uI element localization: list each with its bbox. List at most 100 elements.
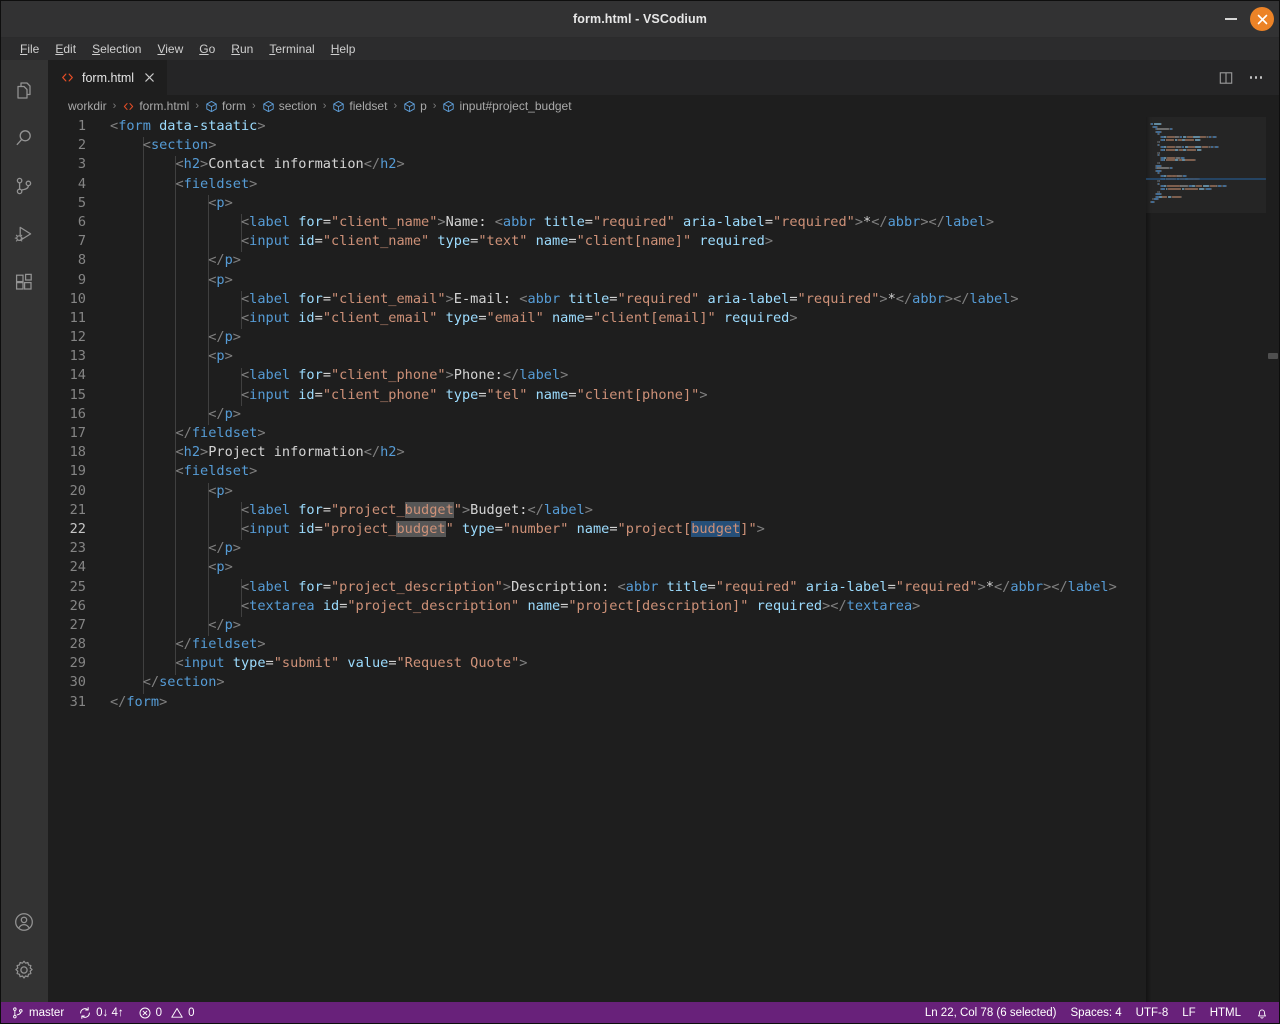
code-line[interactable]: 11 <input id="client_email" type="email"… bbox=[48, 309, 1146, 328]
status-indentation[interactable]: Spaces: 4 bbox=[1064, 1002, 1129, 1024]
code-line[interactable]: 23 </p> bbox=[48, 539, 1146, 558]
line-number: 28 bbox=[69, 636, 86, 653]
code-line[interactable]: 31 </form> bbox=[48, 693, 1146, 712]
code-line[interactable]: 21 <label for="project_budget">Budget:</… bbox=[48, 501, 1146, 520]
accounts-button[interactable] bbox=[0, 898, 48, 946]
sidebar-item-source-control[interactable] bbox=[0, 162, 48, 210]
menu-edit[interactable]: Edit bbox=[47, 41, 84, 57]
status-branch[interactable]: master bbox=[4, 1002, 71, 1024]
breadcrumb-item-section[interactable]: section bbox=[260, 99, 319, 113]
code-token: </ bbox=[175, 636, 192, 653]
code-line[interactable]: 2 <section> bbox=[48, 136, 1146, 155]
breadcrumb-item-p[interactable]: p bbox=[401, 99, 429, 113]
code-editor[interactable]: 1 <form data-staatic> 2 <section> 3 <h2>Con… bbox=[48, 117, 1146, 1002]
tab-form-html[interactable]: form.html bbox=[48, 60, 169, 95]
code-token: < bbox=[240, 309, 250, 326]
line-content: <input id="project_budget" type="number"… bbox=[110, 520, 1146, 539]
breadcrumb-item-workdir[interactable]: workdir bbox=[66, 99, 109, 113]
sidebar-item-explorer[interactable] bbox=[0, 66, 48, 114]
code-line[interactable]: 1 <form data-staatic> bbox=[48, 117, 1146, 136]
breadcrumb-item-input-project-budget[interactable]: input#project_budget bbox=[440, 99, 573, 113]
sidebar-item-search[interactable] bbox=[0, 114, 48, 162]
code-line[interactable]: 22 <input id="project_budget" type="numb… bbox=[48, 520, 1146, 539]
code-token: * bbox=[887, 290, 896, 307]
code-token: p bbox=[216, 559, 225, 576]
code-line[interactable]: 6 <label for="client_name">Name: <abbr t… bbox=[48, 213, 1146, 232]
code-line[interactable]: 29 <input type="submit" value="Request Q… bbox=[48, 654, 1146, 673]
code-line[interactable]: 30 </section> bbox=[48, 673, 1146, 692]
code-token: title bbox=[666, 578, 708, 595]
minimap-line bbox=[1210, 188, 1212, 190]
sidebar-item-extensions[interactable] bbox=[0, 258, 48, 306]
breadcrumb-item-fieldset[interactable]: fieldset bbox=[330, 99, 389, 113]
code-line[interactable]: 3 <h2>Contact information</h2> bbox=[48, 155, 1146, 174]
status-encoding[interactable]: UTF-8 bbox=[1129, 1002, 1176, 1024]
code-token: "client[phone]" bbox=[576, 386, 700, 403]
code-line[interactable]: 7 <input id="client_name" type="text" na… bbox=[48, 232, 1146, 251]
code-token: textarea bbox=[249, 597, 315, 614]
code-line[interactable]: 19 <fieldset> bbox=[48, 462, 1146, 481]
code-line[interactable]: 8 </p> bbox=[48, 251, 1146, 270]
status-notifications[interactable] bbox=[1248, 1002, 1276, 1024]
menu-help[interactable]: Help bbox=[323, 41, 364, 57]
status-sync[interactable]: 0↓ 4↑ bbox=[71, 1002, 131, 1024]
menu-run[interactable]: Run bbox=[223, 41, 261, 57]
code-line[interactable]: 25 <label for="project_description">Desc… bbox=[48, 578, 1146, 597]
code-line[interactable]: 15 <input id="client_phone" type="tel" n… bbox=[48, 386, 1146, 405]
status-problems[interactable]: 0 0 bbox=[131, 1002, 202, 1024]
code-line[interactable]: 9 <p> bbox=[48, 271, 1146, 290]
menu-view[interactable]: View bbox=[149, 41, 191, 57]
code-token: " bbox=[453, 501, 462, 518]
scrollbar-thumb[interactable] bbox=[1268, 353, 1278, 359]
code-line[interactable]: 14 <label for="client_phone">Phone:</lab… bbox=[48, 366, 1146, 385]
minimap[interactable] bbox=[1146, 117, 1266, 1002]
code-token: </ bbox=[208, 540, 225, 557]
code-line[interactable]: 27 </p> bbox=[48, 616, 1146, 635]
editor-vertical-scrollbar[interactable] bbox=[1266, 117, 1280, 1002]
code-token: type bbox=[232, 655, 266, 672]
code-line[interactable]: 12 </p> bbox=[48, 328, 1146, 347]
status-cursor-position[interactable]: Ln 22, Col 78 (6 selected) bbox=[918, 1002, 1064, 1024]
code-token: type bbox=[461, 520, 495, 537]
code-line[interactable]: 5 <p> bbox=[48, 194, 1146, 213]
code-token: < bbox=[142, 137, 151, 154]
status-eol[interactable]: LF bbox=[1175, 1002, 1202, 1024]
status-language-mode[interactable]: HTML bbox=[1203, 1002, 1248, 1024]
code-token: section bbox=[159, 674, 217, 691]
breadcrumb-item-form[interactable]: form bbox=[203, 99, 248, 113]
menu-selection[interactable]: Selection bbox=[84, 41, 149, 57]
code-token: > bbox=[519, 655, 528, 672]
code-line[interactable]: 20 <p> bbox=[48, 482, 1146, 501]
code-line[interactable]: 18 <h2>Project information</h2> bbox=[48, 443, 1146, 462]
sidebar-item-run-debug[interactable] bbox=[0, 210, 48, 258]
code-line[interactable]: 28 </fieldset> bbox=[48, 635, 1146, 654]
code-line[interactable]: 17 </fieldset> bbox=[48, 424, 1146, 443]
code-line[interactable]: 26 <textarea id="project_description" na… bbox=[48, 597, 1146, 616]
code-token: > bbox=[396, 156, 405, 173]
more-actions-button[interactable] bbox=[1242, 64, 1270, 92]
code-token: for bbox=[298, 290, 323, 307]
code-line[interactable]: 4 <fieldset> bbox=[48, 175, 1146, 194]
code-token: "client_name" bbox=[331, 213, 438, 230]
code-token: > bbox=[1108, 578, 1117, 595]
minimize-button[interactable] bbox=[1214, 2, 1248, 36]
code-token: < bbox=[240, 367, 250, 384]
split-editor-button[interactable] bbox=[1212, 64, 1240, 92]
minimap-slider[interactable] bbox=[1146, 117, 1266, 213]
close-button[interactable] bbox=[1250, 7, 1274, 31]
menu-terminal[interactable]: Terminal bbox=[261, 41, 322, 57]
code-line[interactable]: 24 <p> bbox=[48, 558, 1146, 577]
code-token: < bbox=[494, 213, 503, 230]
menu-file[interactable]: File bbox=[12, 41, 47, 57]
menu-go[interactable]: Go bbox=[191, 41, 223, 57]
status-cursor-label: Ln 22, Col 78 (6 selected) bbox=[924, 1007, 1057, 1019]
code-line[interactable]: 16 </p> bbox=[48, 405, 1146, 424]
status-indentation-label: Spaces: 4 bbox=[1070, 1007, 1122, 1019]
code-line[interactable]: 13 <p> bbox=[48, 347, 1146, 366]
settings-button[interactable] bbox=[0, 946, 48, 994]
breadcrumb-item-form-html[interactable]: form.html bbox=[120, 99, 191, 113]
tab-close-button[interactable] bbox=[141, 70, 157, 86]
code-line[interactable]: 10 <label for="client_email">E-mail: <ab… bbox=[48, 290, 1146, 309]
line-content: </section> bbox=[110, 673, 1146, 692]
